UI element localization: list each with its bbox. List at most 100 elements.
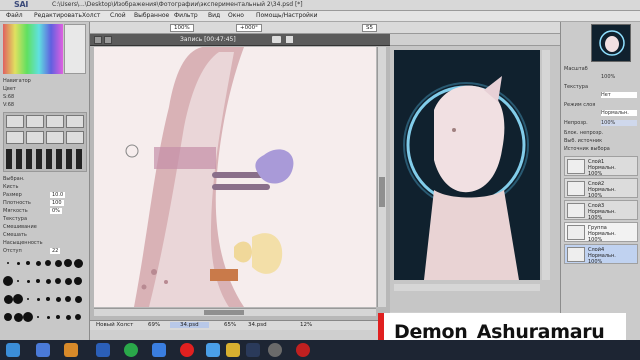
vertical-scroll-thumb[interactable] (379, 177, 385, 207)
reference-vscroll[interactable] (542, 50, 550, 280)
density-value[interactable]: 100 (50, 200, 64, 206)
status-doc-1-name[interactable]: Новый Холст (96, 322, 133, 328)
brush-size-preset[interactable] (55, 296, 61, 302)
doc-maximize-button[interactable] (104, 36, 112, 44)
edge-icon[interactable] (152, 343, 166, 357)
steam-icon[interactable] (246, 343, 260, 357)
layer-item[interactable]: Слой1 Нормальн. 100% (564, 156, 638, 177)
brush-size-preset[interactable] (74, 295, 82, 303)
color-slider-panel[interactable] (64, 24, 86, 74)
horizontal-scroll-thumb[interactable] (204, 310, 244, 315)
menu-filter[interactable]: Фильтр (174, 12, 198, 19)
opacity-value[interactable]: 100% (601, 120, 637, 126)
brush-size-preset[interactable] (4, 313, 12, 321)
brush-size-preset[interactable] (37, 316, 39, 318)
brush-size-preset[interactable] (7, 262, 9, 264)
app-icon[interactable] (206, 343, 220, 357)
shape-tool-icon[interactable] (6, 149, 84, 169)
brush-size-preset[interactable] (36, 279, 40, 283)
bucket-tool-icon[interactable] (46, 131, 64, 144)
brush-size-preset[interactable] (45, 260, 51, 266)
brush-size-preset[interactable] (27, 298, 29, 300)
brush-size-preset[interactable] (54, 259, 62, 267)
navigator-thumbnail[interactable] (591, 24, 631, 62)
brush-size-preset[interactable] (35, 260, 41, 266)
brush-size-preset[interactable] (13, 294, 23, 304)
brush-size-preset[interactable] (13, 312, 23, 322)
brush-size-preset[interactable] (3, 294, 13, 304)
horizontal-scrollbar[interactable] (94, 308, 376, 316)
menu-window[interactable]: Окно (228, 12, 244, 19)
brush-size-preset[interactable] (55, 278, 61, 284)
folder-icon[interactable] (36, 343, 50, 357)
brush-size-preset[interactable] (3, 276, 13, 286)
brush-size-preset[interactable] (45, 278, 51, 284)
drawing-canvas[interactable] (94, 47, 376, 307)
brush-size-preset[interactable] (16, 261, 20, 265)
angle-field[interactable]: +000° (236, 24, 262, 32)
record-icon[interactable] (296, 343, 310, 357)
status-doc-2-name[interactable]: 34.psd (170, 322, 209, 328)
blur-tool-icon[interactable] (66, 131, 84, 144)
menu-selection[interactable]: Выбранное (134, 12, 169, 19)
menu-edit[interactable]: Редактировать (34, 12, 82, 19)
spacing-value[interactable]: 22 (50, 248, 61, 254)
camera-icon[interactable] (272, 36, 281, 43)
record-stop-icon[interactable] (286, 36, 293, 43)
media-icon[interactable] (64, 343, 78, 357)
layer-item[interactable]: Слой4 Нормальн. 100% (564, 244, 638, 265)
selection-source-checkbox[interactable]: Выб. источник (564, 138, 638, 144)
stabilizer-field[interactable]: S5 (362, 24, 377, 32)
lock-opacity-checkbox[interactable]: Блок. непрозр. (564, 130, 638, 136)
water-tool-icon[interactable] (26, 131, 44, 144)
menu-canvas[interactable]: Холст (82, 12, 100, 19)
layer-item[interactable]: Группа Нормальн. 100% (564, 222, 638, 243)
brush-tool-icon[interactable] (46, 115, 64, 128)
brush-size-preset[interactable] (26, 279, 30, 283)
brush-size-preset[interactable] (65, 314, 71, 320)
brush-size-preset[interactable] (56, 315, 60, 319)
layer-thumbnail (567, 159, 585, 174)
menu-layer[interactable]: Слой (110, 12, 126, 19)
zoom-field[interactable]: 100% (170, 24, 194, 32)
brush-size-preset[interactable] (26, 261, 30, 265)
status-doc-3-name[interactable]: 34.psd (248, 322, 267, 328)
brush-size-preset[interactable] (64, 259, 72, 267)
brush-size-preset[interactable] (73, 258, 83, 268)
size-value[interactable]: 10.0 (50, 192, 66, 198)
pen-tool-icon[interactable] (6, 115, 24, 128)
blend-mode-select[interactable]: Нормальн. (601, 110, 637, 116)
scale-value[interactable]: 100% (601, 74, 637, 80)
layer-item[interactable]: Слой3 Нормальн. 100% (564, 200, 638, 221)
reference-art-svg (394, 50, 540, 280)
texture-select[interactable]: Нет (601, 92, 637, 98)
layer-item[interactable]: Слой2 Нормальн. 100% (564, 178, 638, 199)
folder2-icon[interactable] (226, 343, 240, 357)
brush-size-preset[interactable] (36, 297, 40, 301)
brush-size-preset[interactable] (74, 277, 82, 285)
brush-size-preset[interactable] (17, 280, 19, 282)
marker-tool-icon[interactable] (6, 131, 24, 144)
doc-minimize-button[interactable] (94, 36, 102, 44)
brush-size-preset[interactable] (65, 296, 71, 302)
min-size-value[interactable]: 0% (50, 208, 62, 214)
chrome-icon[interactable] (124, 343, 138, 357)
brush-size-preset[interactable] (46, 315, 50, 319)
menu-file[interactable]: Файл (6, 12, 23, 19)
layer-opacity: 100% (588, 171, 603, 177)
eraser-tool-icon[interactable] (66, 115, 84, 128)
menu-help[interactable]: Помощь/Настройки (256, 12, 317, 19)
brush-size-preset[interactable] (75, 314, 81, 320)
brush-size-preset[interactable] (64, 277, 72, 285)
menu-view[interactable]: Вид (208, 12, 220, 19)
yandex-icon[interactable] (180, 343, 194, 357)
color-wheel[interactable] (3, 24, 63, 74)
reference-hscroll[interactable] (394, 284, 540, 291)
brush-size-preset[interactable] (46, 297, 50, 301)
settings-icon[interactable] (268, 343, 282, 357)
airbrush-tool-icon[interactable] (26, 115, 44, 128)
vertical-scrollbar[interactable] (377, 47, 386, 307)
brush-size-preset[interactable] (23, 312, 33, 322)
start-icon[interactable] (6, 343, 20, 357)
word-icon[interactable] (96, 343, 110, 357)
